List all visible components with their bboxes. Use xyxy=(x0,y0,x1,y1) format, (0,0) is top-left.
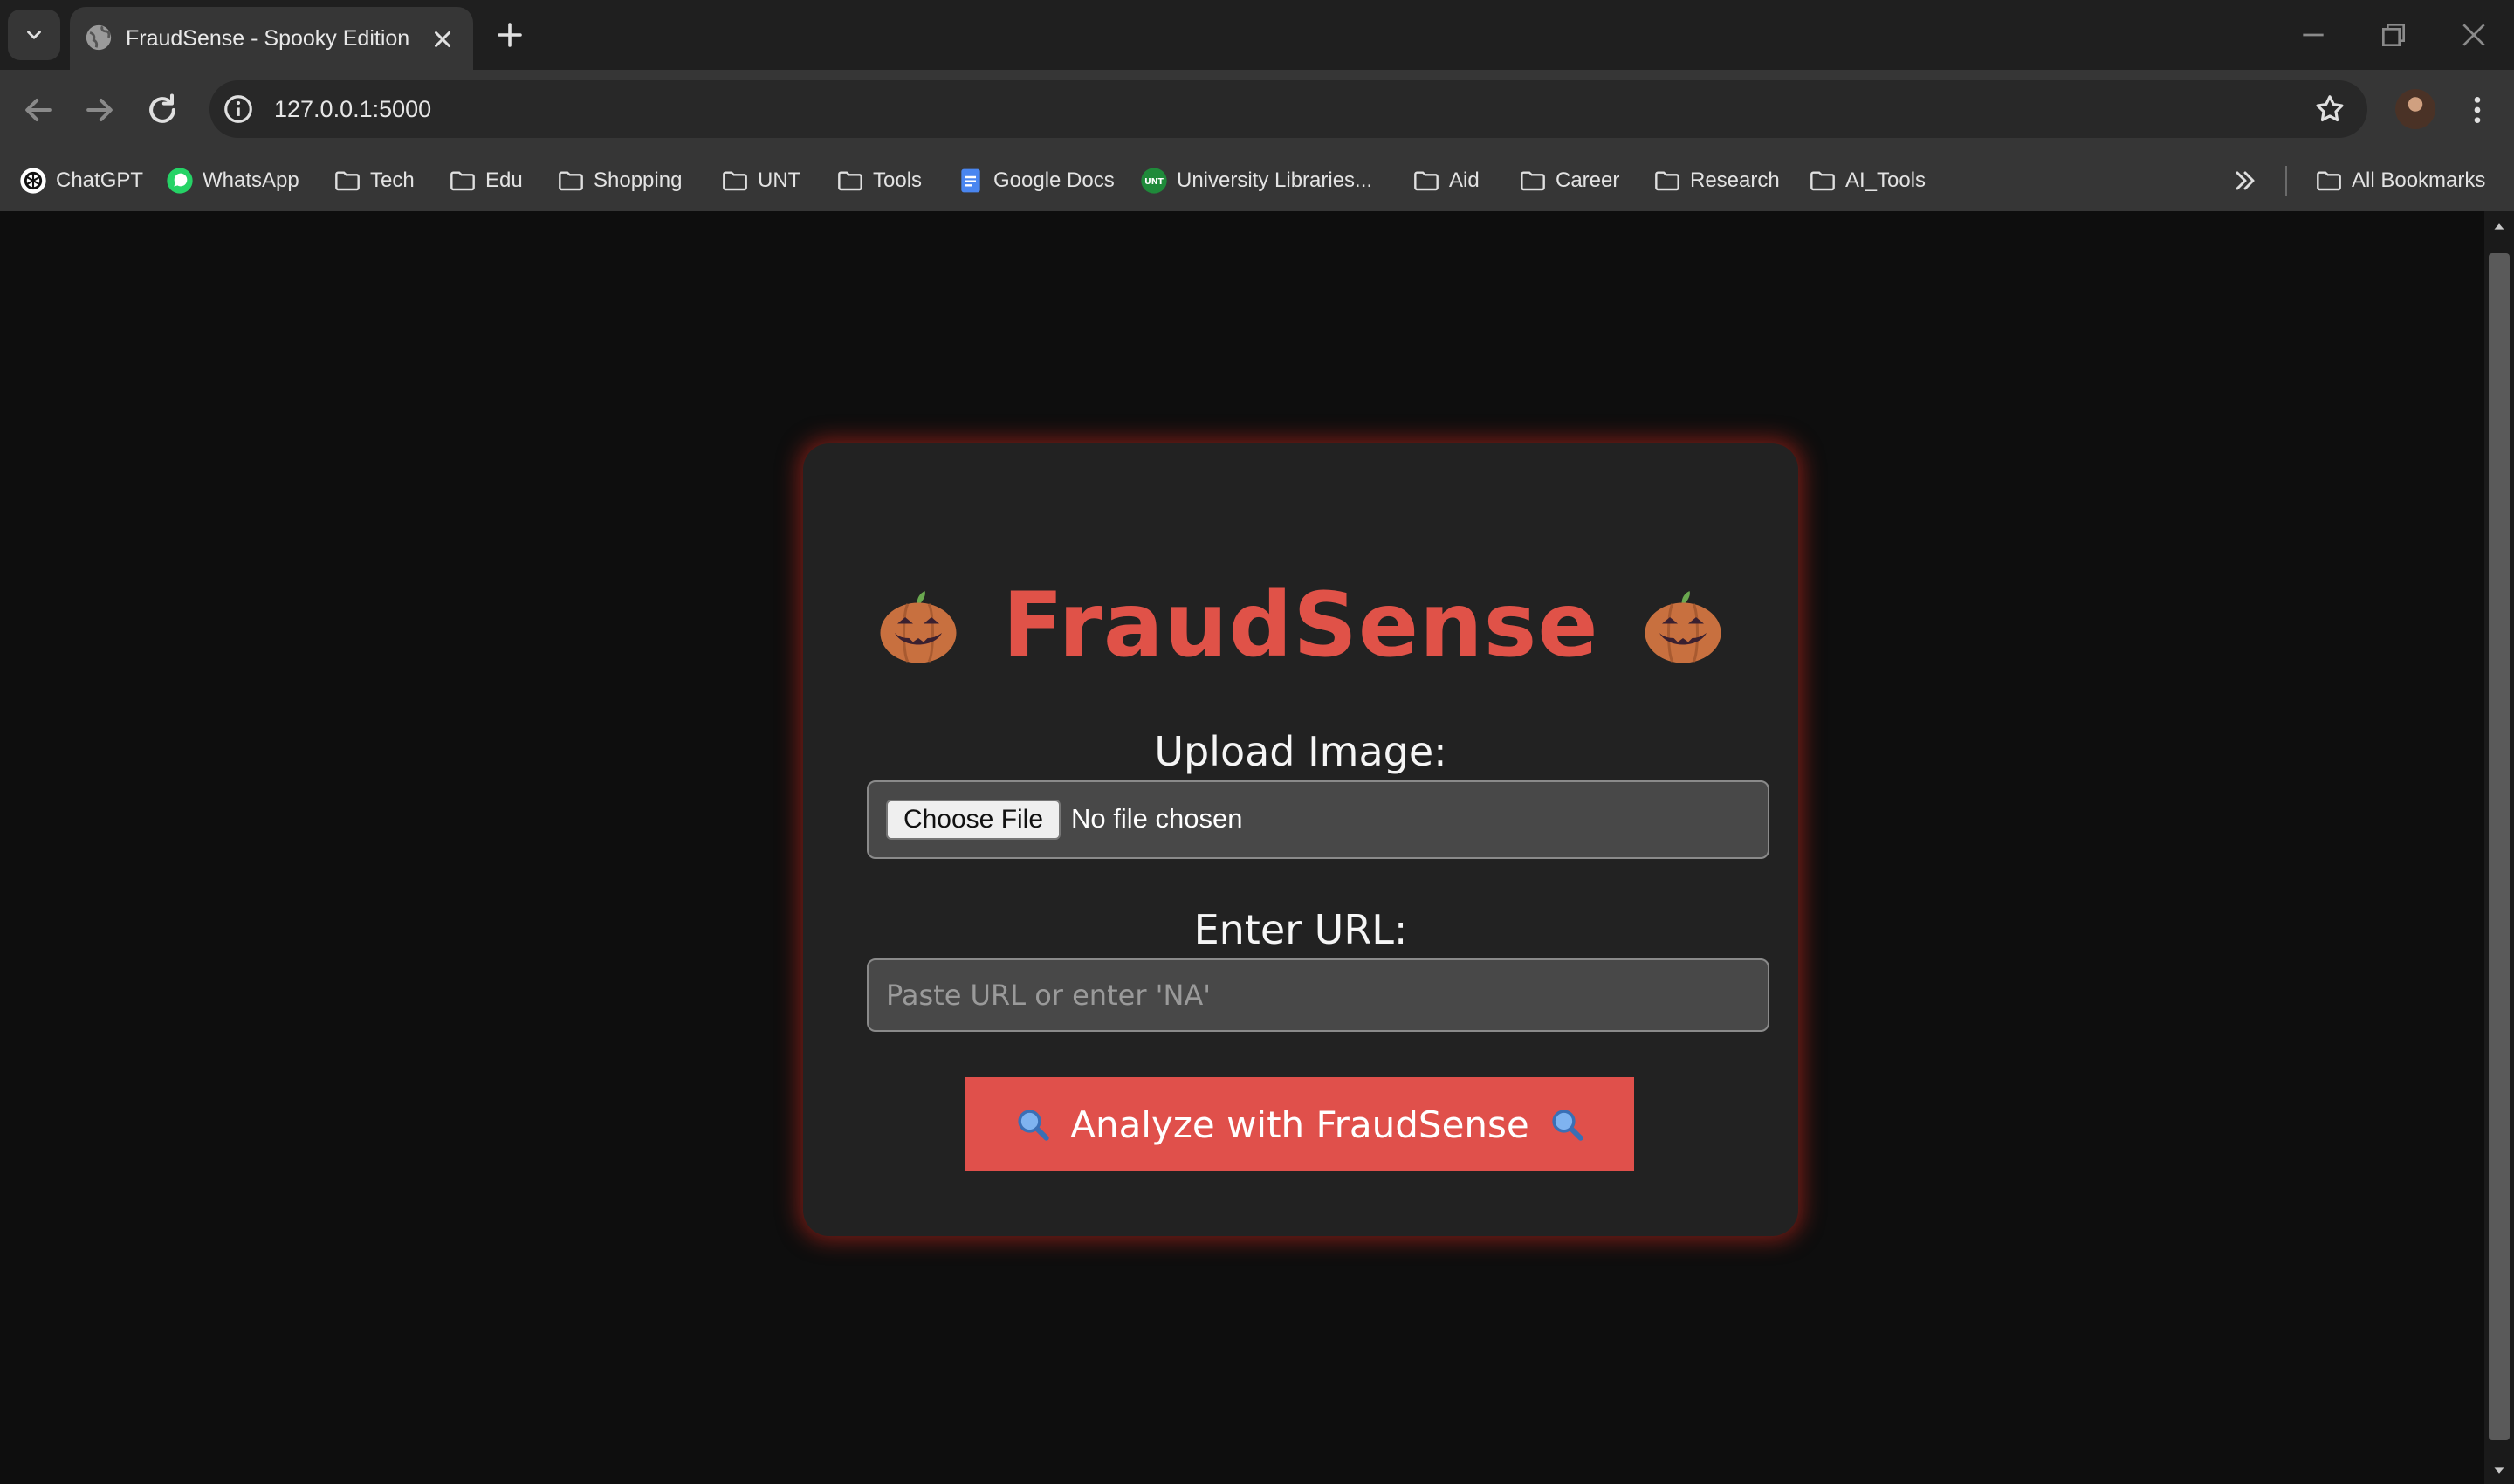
bookmark-folder-tech[interactable]: Tech xyxy=(333,161,415,200)
close-tab-icon[interactable] xyxy=(429,26,456,52)
jack-o-lantern-icon xyxy=(1645,591,1721,663)
google-docs-icon xyxy=(961,168,980,193)
folder-icon xyxy=(1655,171,1679,191)
folder-icon xyxy=(335,171,360,191)
bookmark-chatgpt[interactable]: ChatGPT xyxy=(19,161,143,200)
bookmark-university-libraries[interactable]: UNT University Libraries... xyxy=(1140,161,1372,200)
folder-icon xyxy=(838,171,862,191)
bookmark-folder-unt[interactable]: UNT xyxy=(721,161,800,200)
folder-icon xyxy=(1521,171,1545,191)
all-bookmarks-button[interactable]: All Bookmarks xyxy=(2315,161,2485,200)
browser-tab-active[interactable]: FraudSense - Spooky Edition xyxy=(70,7,473,70)
restore-icon[interactable] xyxy=(2376,17,2411,52)
profile-avatar[interactable] xyxy=(2395,89,2435,129)
minimize-icon[interactable] xyxy=(2296,17,2331,52)
folder-icon xyxy=(723,171,747,191)
chatgpt-icon xyxy=(20,168,46,194)
browser-toolbar: 127.0.0.1:5000 xyxy=(0,70,2514,150)
double-chevron-right-icon[interactable] xyxy=(2229,165,2261,196)
browser-titlebar: FraudSense - Spooky Edition xyxy=(0,0,2514,70)
jack-o-lantern-icon xyxy=(880,591,957,663)
analyze-button[interactable]: Analyze with FraudSense xyxy=(965,1077,1634,1171)
file-upload-input[interactable]: Choose File No file chosen xyxy=(867,780,1769,859)
svg-text:UNT: UNT xyxy=(1144,177,1164,187)
folder-icon xyxy=(2317,171,2341,191)
kebab-menu-icon[interactable] xyxy=(2460,91,2495,129)
folder-icon xyxy=(1414,171,1439,191)
bookmark-star-icon[interactable] xyxy=(2313,93,2346,126)
chevron-down-icon xyxy=(27,31,41,39)
bookmark-google-docs[interactable]: Google Docs xyxy=(957,161,1115,200)
site-info-icon[interactable] xyxy=(222,93,255,126)
bookmarks-separator xyxy=(2285,166,2287,196)
magnifying-glass-icon xyxy=(1018,1110,1049,1141)
folder-icon xyxy=(559,171,583,191)
folder-icon xyxy=(1810,171,1835,191)
forward-icon[interactable] xyxy=(80,91,119,129)
tab-search-button[interactable] xyxy=(8,10,60,60)
tab-title: FraudSense - Spooky Edition xyxy=(126,26,410,51)
scroll-down-arrow-icon[interactable] xyxy=(2490,1461,2509,1481)
bookmark-folder-edu[interactable]: Edu xyxy=(449,161,523,200)
whatsapp-icon xyxy=(167,168,193,194)
title-row: FraudSense xyxy=(803,573,1798,677)
bookmark-folder-ai-tools[interactable]: AI_Tools xyxy=(1809,161,1926,200)
close-window-icon[interactable] xyxy=(2456,17,2491,52)
magnifying-glass-icon xyxy=(1552,1110,1583,1141)
bookmarks-bar: ChatGPT WhatsApp Tech Edu Shopping UNT T… xyxy=(0,150,2514,211)
bookmark-folder-shopping[interactable]: Shopping xyxy=(557,161,682,200)
bookmark-folder-tools[interactable]: Tools xyxy=(836,161,922,200)
bookmark-folder-career[interactable]: Career xyxy=(1519,161,1619,200)
bookmark-folder-research[interactable]: Research xyxy=(1653,161,1780,200)
upload-image-label: Upload Image: xyxy=(1154,728,1447,775)
url-input[interactable] xyxy=(867,958,1769,1032)
address-bar[interactable]: 127.0.0.1:5000 xyxy=(210,80,2367,138)
app-title: FraudSense xyxy=(1002,573,1599,677)
new-tab-icon[interactable] xyxy=(494,19,525,51)
url-text[interactable]: 127.0.0.1:5000 xyxy=(274,96,431,123)
bookmark-folder-aid[interactable]: Aid xyxy=(1412,161,1480,200)
analyze-button-label: Analyze with FraudSense xyxy=(1070,1103,1529,1146)
fraudsense-card: FraudSense Upload Image: Choose File No … xyxy=(803,443,1798,1236)
bookmark-whatsapp[interactable]: WhatsApp xyxy=(166,161,299,200)
globe-icon xyxy=(86,24,112,51)
enter-url-label: Enter URL: xyxy=(1193,906,1408,953)
back-icon[interactable] xyxy=(19,91,58,129)
choose-file-button[interactable]: Choose File xyxy=(886,800,1061,840)
scrollbar-thumb[interactable] xyxy=(2489,253,2510,1440)
folder-icon xyxy=(450,171,475,191)
unt-icon: UNT xyxy=(1141,168,1167,194)
file-status-text: No file chosen xyxy=(1071,803,1243,834)
scroll-up-arrow-icon[interactable] xyxy=(2490,216,2509,236)
reload-icon[interactable] xyxy=(143,91,182,129)
